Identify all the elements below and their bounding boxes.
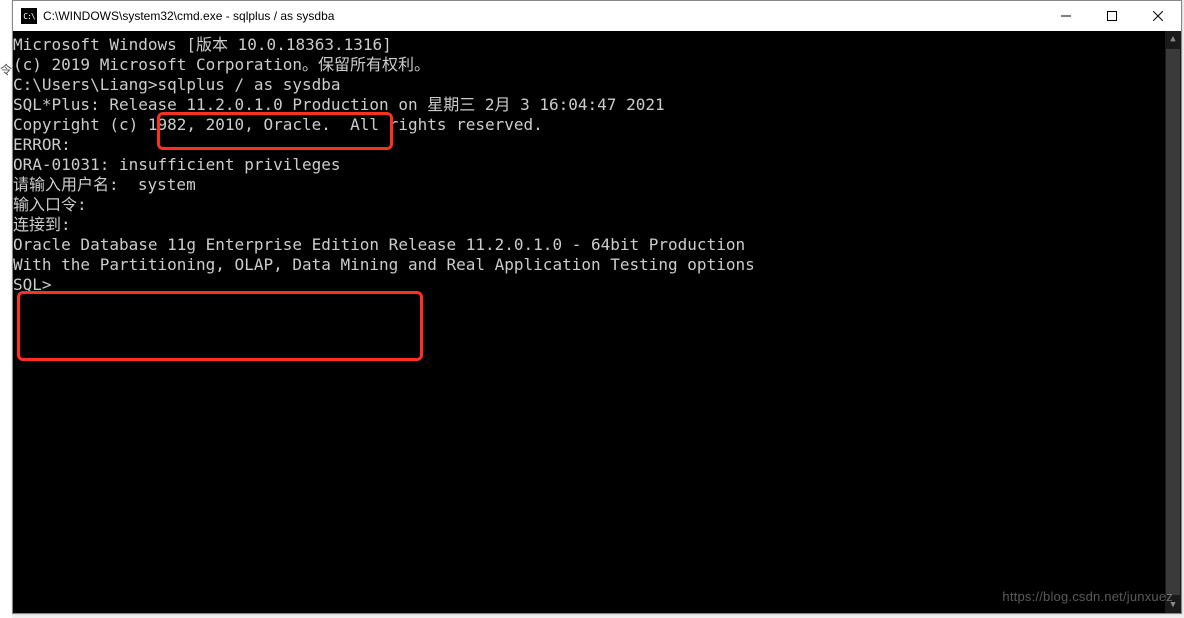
- console-line: C:\Users\Liang>sqlplus / as sysdba: [13, 75, 1181, 95]
- console-line: ORA-01031: insufficient privileges: [13, 155, 1181, 175]
- watermark-text: https://blog.csdn.net/junxuez: [1002, 587, 1173, 607]
- console-line: 连接到:: [13, 215, 1181, 235]
- maximize-button[interactable]: [1089, 1, 1135, 31]
- scroll-down-icon[interactable]: ▼: [1165, 597, 1181, 613]
- close-button[interactable]: [1135, 1, 1181, 31]
- console-line: (c) 2019 Microsoft Corporation。保留所有权利。: [13, 55, 1181, 75]
- annotation-box-login: [17, 291, 423, 361]
- window-controls: [1043, 1, 1181, 31]
- console-line: Oracle Database 11g Enterprise Edition R…: [13, 235, 1181, 255]
- page-gutter: 令: [0, 0, 12, 618]
- console-line: With the Partitioning, OLAP, Data Mining…: [13, 255, 1181, 275]
- console-line: Microsoft Windows [版本 10.0.18363.1316]: [13, 35, 1181, 55]
- console-area[interactable]: Microsoft Windows [版本 10.0.18363.1316] (…: [13, 31, 1181, 613]
- cmd-icon: C:\: [21, 8, 37, 24]
- titlebar[interactable]: C:\ C:\WINDOWS\system32\cmd.exe - sqlplu…: [13, 1, 1181, 31]
- console-line: Copyright (c) 1982, 2010, Oracle. All ri…: [13, 115, 1181, 135]
- minimize-button[interactable]: [1043, 1, 1089, 31]
- console-line: 输入口令:: [13, 195, 1181, 215]
- scrollbar-thumb[interactable]: [1166, 49, 1180, 595]
- window-title: C:\WINDOWS\system32\cmd.exe - sqlplus / …: [43, 9, 1043, 23]
- scrollbar-track[interactable]: ▲ ▼: [1165, 31, 1181, 613]
- cmd-window: C:\ C:\WINDOWS\system32\cmd.exe - sqlplu…: [12, 0, 1182, 614]
- console-line: SQL*Plus: Release 11.2.0.1.0 Production …: [13, 95, 1181, 115]
- console-line: 请输入用户名: system: [13, 175, 1181, 195]
- console-line: ERROR:: [13, 135, 1181, 155]
- console-line: SQL>: [13, 275, 1181, 295]
- scroll-up-icon[interactable]: ▲: [1165, 31, 1181, 47]
- gutter-char: 令: [0, 64, 12, 76]
